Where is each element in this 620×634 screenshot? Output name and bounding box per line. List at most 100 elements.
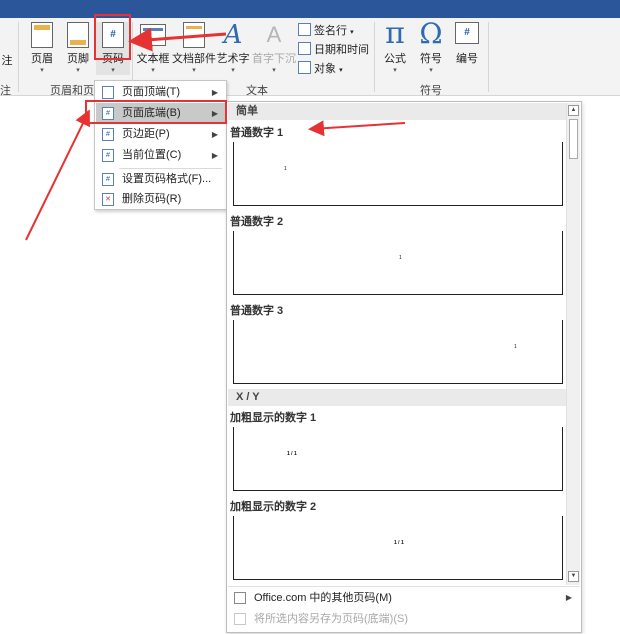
scroll-up-icon[interactable]: ▲ [568, 105, 579, 116]
chevron-down-icon: ▾ [192, 67, 196, 74]
symbol-label: 符号 [420, 53, 442, 65]
gallery-item-title: 普通数字 1 [230, 127, 284, 139]
comment-label-partial: 注 [1, 55, 13, 67]
page-number-sample: 1 [514, 344, 517, 350]
page-number-sample: 1 / 1 [394, 540, 404, 546]
header-button[interactable]: 页眉 ▾ [26, 22, 58, 75]
page-top-icon [102, 86, 114, 99]
menu-item-current-position[interactable]: # 当前位置(C) ▶ [96, 145, 226, 166]
gallery-item-bold-number-2[interactable]: 1 / 1 [233, 516, 563, 580]
menu-item-label: 页边距(P) [122, 128, 170, 140]
gallery-item-plain-number-1[interactable]: 1 [233, 142, 563, 206]
group-separator [18, 22, 19, 92]
footer-label: 页脚 [67, 53, 89, 65]
text-box-label: 文本框 [136, 53, 170, 65]
chevron-right-icon: ▶ [211, 130, 218, 139]
menu-item-label: 设置页码格式(F)... [122, 173, 212, 185]
signature-line-icon [298, 23, 311, 36]
gallery-item-title: 加粗显示的数字 2 [230, 501, 317, 513]
date-time-label: 日期和时间 [314, 44, 369, 56]
header-label: 页眉 [31, 53, 53, 65]
calendar-icon [298, 42, 311, 55]
menu-item-label: 当前位置(C) [122, 149, 182, 161]
chevron-down-icon: ▾ [393, 67, 397, 74]
group-separator [374, 22, 375, 92]
gallery-item-bold-number-1[interactable]: 1 / 1 [233, 427, 563, 491]
format-page-number-icon: # [102, 173, 114, 186]
quick-parts-label: 文档部件 [172, 53, 216, 65]
equation-button[interactable]: π 公式 ▾ [378, 18, 412, 75]
object-label: 对象 [314, 63, 336, 75]
omega-icon: Ω [419, 17, 443, 50]
current-position-icon: # [102, 149, 114, 162]
chevron-down-icon: ▾ [429, 67, 433, 74]
chevron-right-icon: ▶ [565, 593, 572, 602]
chevron-down-icon: ▾ [111, 67, 115, 74]
gallery-item-title: 普通数字 2 [230, 216, 284, 228]
date-time-button[interactable]: 日期和时间 [298, 41, 369, 57]
page-margins-icon: # [102, 128, 114, 141]
chevron-down-icon: ▾ [151, 67, 155, 74]
equation-icon: π [385, 16, 405, 51]
numbering-button[interactable]: # 编号 [450, 22, 484, 66]
signature-line-button[interactable]: 签名行 ▾ [298, 22, 354, 38]
chevron-down-icon: ▾ [40, 67, 44, 74]
numbering-label: 编号 [456, 53, 478, 65]
office-page-icon [234, 592, 246, 604]
save-selection-button[interactable]: 将所选内容另存为页码(底端)(S) [228, 608, 580, 630]
quick-parts-icon [183, 22, 205, 48]
title-bar [0, 0, 620, 18]
save-selection-icon [234, 613, 246, 625]
scroll-down-icon[interactable]: ▼ [568, 571, 579, 582]
scrollbar-thumb[interactable] [569, 119, 578, 159]
save-selection-label: 将所选内容另存为页码(底端)(S) [254, 613, 408, 625]
drop-cap-button[interactable]: A 首字下沉 ▾ [252, 20, 296, 75]
menu-item-page-margins[interactable]: # 页边距(P) ▶ [96, 124, 226, 145]
menu-item-label: 页面顶端(T) [122, 86, 181, 98]
symbols-group-label: 符号 [420, 85, 442, 97]
chevron-down-icon: ▾ [76, 67, 80, 74]
chevron-down-icon: ▾ [339, 67, 343, 74]
more-page-numbers-office-button[interactable]: Office.com 中的其他页码(M) ▶ [228, 587, 580, 609]
gallery-item-plain-number-2[interactable]: 1 [233, 231, 563, 295]
highlight-page-number-button [94, 14, 131, 60]
group-separator [488, 22, 489, 92]
text-group-label: 文本 [246, 85, 268, 97]
text-box-icon [140, 24, 166, 46]
more-page-numbers-label: Office.com 中的其他页码(M) [254, 592, 392, 604]
ribbon: 注 注 页眉 ▾ 页脚 ▾ # 页码 ▾ 页眉和页脚 文本框 ▾ 文档部件 ▾ … [0, 18, 620, 97]
text-box-button[interactable]: 文本框 ▾ [136, 22, 170, 75]
highlight-bottom-of-page-item [85, 100, 227, 124]
chevron-down-icon: ▾ [231, 67, 235, 74]
chevron-down-icon: ▾ [350, 29, 354, 36]
header-icon [31, 22, 53, 48]
drop-cap-icon: A [266, 22, 282, 47]
remove-page-number-icon: ✕ [102, 193, 114, 206]
gallery-item-title: 加粗显示的数字 1 [230, 412, 317, 424]
word-art-button[interactable]: A 艺术字 ▾ [216, 20, 250, 75]
menu-item-label: 删除页码(R) [122, 193, 182, 205]
menu-item-remove-page-numbers[interactable]: ✕ 删除页码(R) [96, 189, 226, 210]
menu-item-format-page-numbers[interactable]: # 设置页码格式(F)... [96, 169, 226, 190]
symbol-button[interactable]: Ω 符号 ▾ [414, 18, 448, 75]
object-button[interactable]: 对象 ▾ [298, 60, 343, 76]
equation-label: 公式 [384, 53, 406, 65]
page-number-sample: 1 / 1 [287, 451, 297, 457]
quick-parts-button[interactable]: 文档部件 ▾ [172, 22, 216, 75]
numbering-icon: # [455, 22, 479, 44]
object-icon [298, 61, 311, 74]
footer-button[interactable]: 页脚 ▾ [62, 22, 94, 75]
footer-icon [67, 22, 89, 48]
comment-group-label-partial: 注 [0, 85, 11, 97]
gallery-section-simple: 简单 [228, 103, 566, 120]
gallery-item-title: 普通数字 3 [230, 305, 284, 317]
gallery-scrollbar[interactable]: ▲ ▼ [566, 103, 580, 585]
chevron-down-icon: ▾ [272, 67, 276, 74]
comment-button-partial[interactable]: 注 [0, 36, 14, 68]
chevron-right-icon: ▶ [211, 151, 218, 160]
signature-line-label: 签名行 [314, 25, 347, 37]
page-number-sample: 1 [399, 255, 402, 261]
word-art-label: 艺术字 [216, 53, 250, 65]
gallery-item-plain-number-3[interactable]: 1 [233, 320, 563, 384]
gallery-section-xy: X / Y [228, 389, 566, 406]
